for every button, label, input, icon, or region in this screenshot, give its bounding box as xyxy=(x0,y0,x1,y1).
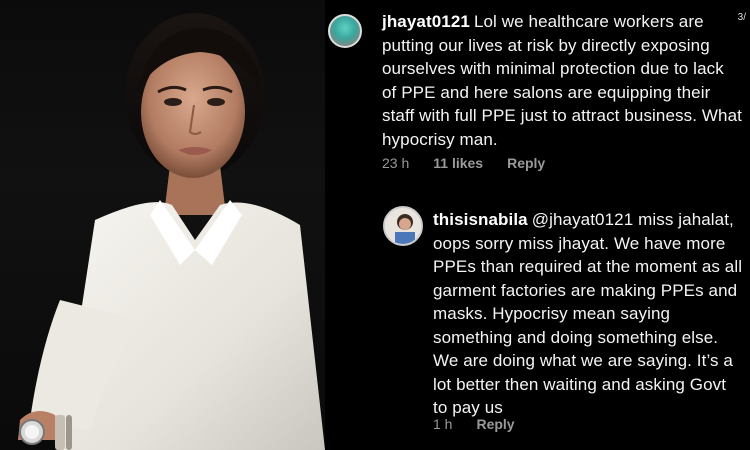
screenshot-root: jhayat0121 Lol we healthcare workers are … xyxy=(0,0,750,450)
comment-item: jhayat0121 Lol we healthcare workers are … xyxy=(325,0,750,190)
avatar-image xyxy=(385,208,421,244)
avatar[interactable] xyxy=(383,206,423,246)
comment-meta: 1 h Reply xyxy=(433,416,515,432)
comment-time: 23 h xyxy=(382,155,410,171)
comment-username[interactable]: jhayat0121 xyxy=(382,12,470,31)
comment-item: thisisnabila @jhayat0121 miss jahalat, oo… xyxy=(325,190,750,450)
comments-panel: jhayat0121 Lol we healthcare workers are … xyxy=(325,0,750,450)
comment-username[interactable]: thisisnabila xyxy=(433,210,528,229)
comment-body: jhayat0121 Lol we healthcare workers are … xyxy=(382,10,742,151)
comment-text: @jhayat0121 miss jahalat, oops sorry mis… xyxy=(433,210,743,417)
reply-button[interactable]: Reply xyxy=(476,416,514,432)
avatar[interactable] xyxy=(328,14,362,48)
side-counter: 3/ xyxy=(737,12,746,23)
comment-body: thisisnabila @jhayat0121 miss jahalat, oo… xyxy=(433,208,745,420)
reply-button[interactable]: Reply xyxy=(507,155,545,171)
comment-likes[interactable]: 11 likes xyxy=(433,155,483,171)
comment-time: 1 h xyxy=(433,416,453,432)
comment-text: Lol we healthcare workers are putting ou… xyxy=(382,12,742,149)
comment-meta: 23 h 11 likes Reply xyxy=(382,155,545,171)
portrait-illustration xyxy=(18,13,325,450)
portrait-photo xyxy=(0,0,325,450)
